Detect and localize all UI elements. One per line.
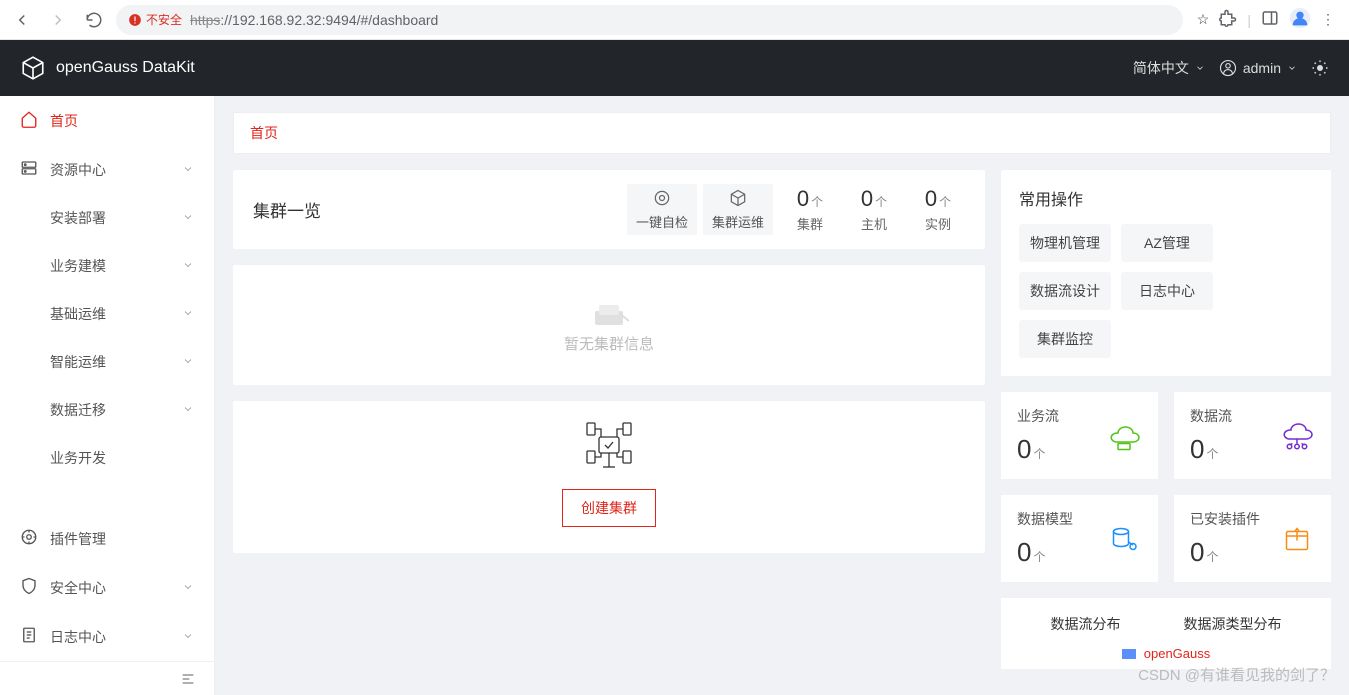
ops-button[interactable]: AZ管理 [1121, 224, 1213, 262]
sidepanel-icon[interactable] [1261, 9, 1279, 30]
insecure-badge: 不安全 [128, 11, 182, 28]
sun-icon [1311, 59, 1329, 77]
sidebar-item-2[interactable]: 安装部署 [0, 194, 214, 242]
user-menu[interactable]: admin [1219, 59, 1297, 77]
sidebar-item-label: 插件管理 [50, 529, 106, 549]
chevron-down-icon [182, 629, 194, 645]
brand-text: openGauss DataKit [56, 59, 195, 77]
ops-button[interactable]: 物理机管理 [1019, 224, 1111, 262]
cluster-overview-card: 集群一览 一键自检 集群运维 0个集群0个主机0个实例 [233, 170, 985, 249]
chevron-down-icon [182, 306, 194, 322]
breadcrumb: 首页 [233, 112, 1331, 154]
sidebar-item-label: 业务开发 [50, 448, 106, 468]
chevron-down-icon [182, 162, 194, 178]
url-text: https://192.168.92.32:9494/#/dashboard [190, 12, 438, 28]
mini-card-已安装插件[interactable]: 已安装插件0个 [1174, 495, 1331, 582]
mini-card-数据模型[interactable]: 数据模型0个 [1001, 495, 1158, 582]
legend-label: openGauss [1144, 646, 1211, 661]
sidebar-item-2[interactable]: 日志中心 [0, 612, 214, 661]
legend-swatch [1122, 649, 1136, 659]
chevron-down-icon [182, 210, 194, 226]
mini-card-业务流[interactable]: 业务流0个 [1001, 392, 1158, 479]
cluster-diagram-icon [577, 419, 641, 475]
chevron-down-icon [182, 258, 194, 274]
language-switcher[interactable]: 简体中文 [1133, 58, 1205, 78]
sidebar-item-label: 安装部署 [50, 208, 106, 228]
sidebar-item-label: 数据迁移 [50, 400, 106, 420]
sidebar-item-0[interactable]: 首页 [0, 96, 214, 145]
sidebar-item-label: 基础运维 [50, 304, 106, 324]
chevron-down-icon [182, 580, 194, 596]
empty-icon [585, 297, 633, 333]
collapse-icon [180, 671, 196, 687]
shield-icon [20, 577, 38, 598]
sidebar-item-7[interactable]: 业务开发 [0, 434, 214, 482]
logo-icon [20, 55, 46, 81]
reload-button[interactable] [80, 6, 108, 34]
mini-card-数据流[interactable]: 数据流0个 [1174, 392, 1331, 479]
sidebar-item-1[interactable]: 资源中心 [0, 145, 214, 194]
empty-text: 暂无集群信息 [564, 333, 654, 354]
plugin-icon [20, 528, 38, 549]
target-icon [652, 188, 672, 208]
sidebar-item-3[interactable]: 业务建模 [0, 242, 214, 290]
chevron-down-icon [182, 402, 194, 418]
star-icon[interactable]: ☆ [1197, 11, 1210, 28]
sidebar-item-0[interactable]: 插件管理 [0, 514, 214, 563]
user-icon [1219, 59, 1237, 77]
sidebar-item-label: 首页 [50, 111, 78, 131]
sidebar-item-label: 安全中心 [50, 578, 106, 598]
app-header: openGauss DataKit 简体中文 admin [0, 40, 1349, 96]
distribution-card: 数据流分布 数据源类型分布 openGauss [1001, 598, 1331, 669]
stat-实例: 0个实例 [911, 186, 965, 233]
sidebar-collapse[interactable] [0, 661, 214, 695]
profile-icon[interactable] [1289, 7, 1311, 32]
stat-主机: 0个主机 [847, 186, 901, 233]
menu-icon[interactable]: ⋮ [1321, 11, 1335, 28]
ops-title: 常用操作 [1019, 186, 1313, 210]
brand: openGauss DataKit [20, 55, 195, 81]
dist-tab-source[interactable]: 数据源类型分布 [1184, 614, 1282, 634]
sidebar-item-label: 资源中心 [50, 160, 106, 180]
stat-集群: 0个集群 [783, 186, 837, 233]
sidebar-item-5[interactable]: 智能运维 [0, 338, 214, 386]
main-content: 首页 集群一览 一键自检 集群运维 0个集群0个主机0个实例 [215, 96, 1349, 695]
create-cluster-button[interactable]: 创建集群 [562, 489, 656, 527]
chevron-down-icon [1195, 63, 1205, 73]
home-icon [20, 110, 38, 131]
address-bar[interactable]: 不安全 https://192.168.92.32:9494/#/dashboa… [116, 5, 1183, 35]
chevron-down-icon [182, 354, 194, 370]
browser-toolbar: 不安全 https://192.168.92.32:9494/#/dashboa… [0, 0, 1349, 40]
common-ops-card: 常用操作 物理机管理 AZ管理数据流设计日志中心集群监控 [1001, 170, 1331, 376]
chevron-down-icon [1287, 63, 1297, 73]
sidebar-item-label: 智能运维 [50, 352, 106, 372]
sidebar-item-1[interactable]: 安全中心 [0, 563, 214, 612]
forward-button[interactable] [44, 6, 72, 34]
theme-toggle[interactable] [1311, 59, 1329, 77]
ops-button[interactable]: 集群监控 [1019, 320, 1111, 358]
log-icon [20, 626, 38, 647]
create-cluster-card: 创建集群 [233, 401, 985, 553]
cube-icon [728, 188, 748, 208]
sidebar-item-label: 日志中心 [50, 627, 106, 647]
server-icon [20, 159, 38, 180]
sidebar: 首页资源中心安装部署业务建模基础运维智能运维数据迁移业务开发 插件管理安全中心日… [0, 96, 215, 695]
cluster-list-empty: 暂无集群信息 [233, 265, 985, 385]
ops-button[interactable]: 日志中心 [1121, 272, 1213, 310]
overview-title: 集群一览 [253, 197, 621, 222]
extensions-icon[interactable] [1219, 9, 1237, 30]
dist-tab-flow[interactable]: 数据流分布 [1051, 614, 1121, 634]
self-check-button[interactable]: 一键自检 [627, 184, 697, 235]
back-button[interactable] [8, 6, 36, 34]
sidebar-item-4[interactable]: 基础运维 [0, 290, 214, 338]
cluster-ops-button[interactable]: 集群运维 [703, 184, 773, 235]
sidebar-item-6[interactable]: 数据迁移 [0, 386, 214, 434]
sidebar-item-label: 业务建模 [50, 256, 106, 276]
ops-button[interactable]: 数据流设计 [1019, 272, 1111, 310]
